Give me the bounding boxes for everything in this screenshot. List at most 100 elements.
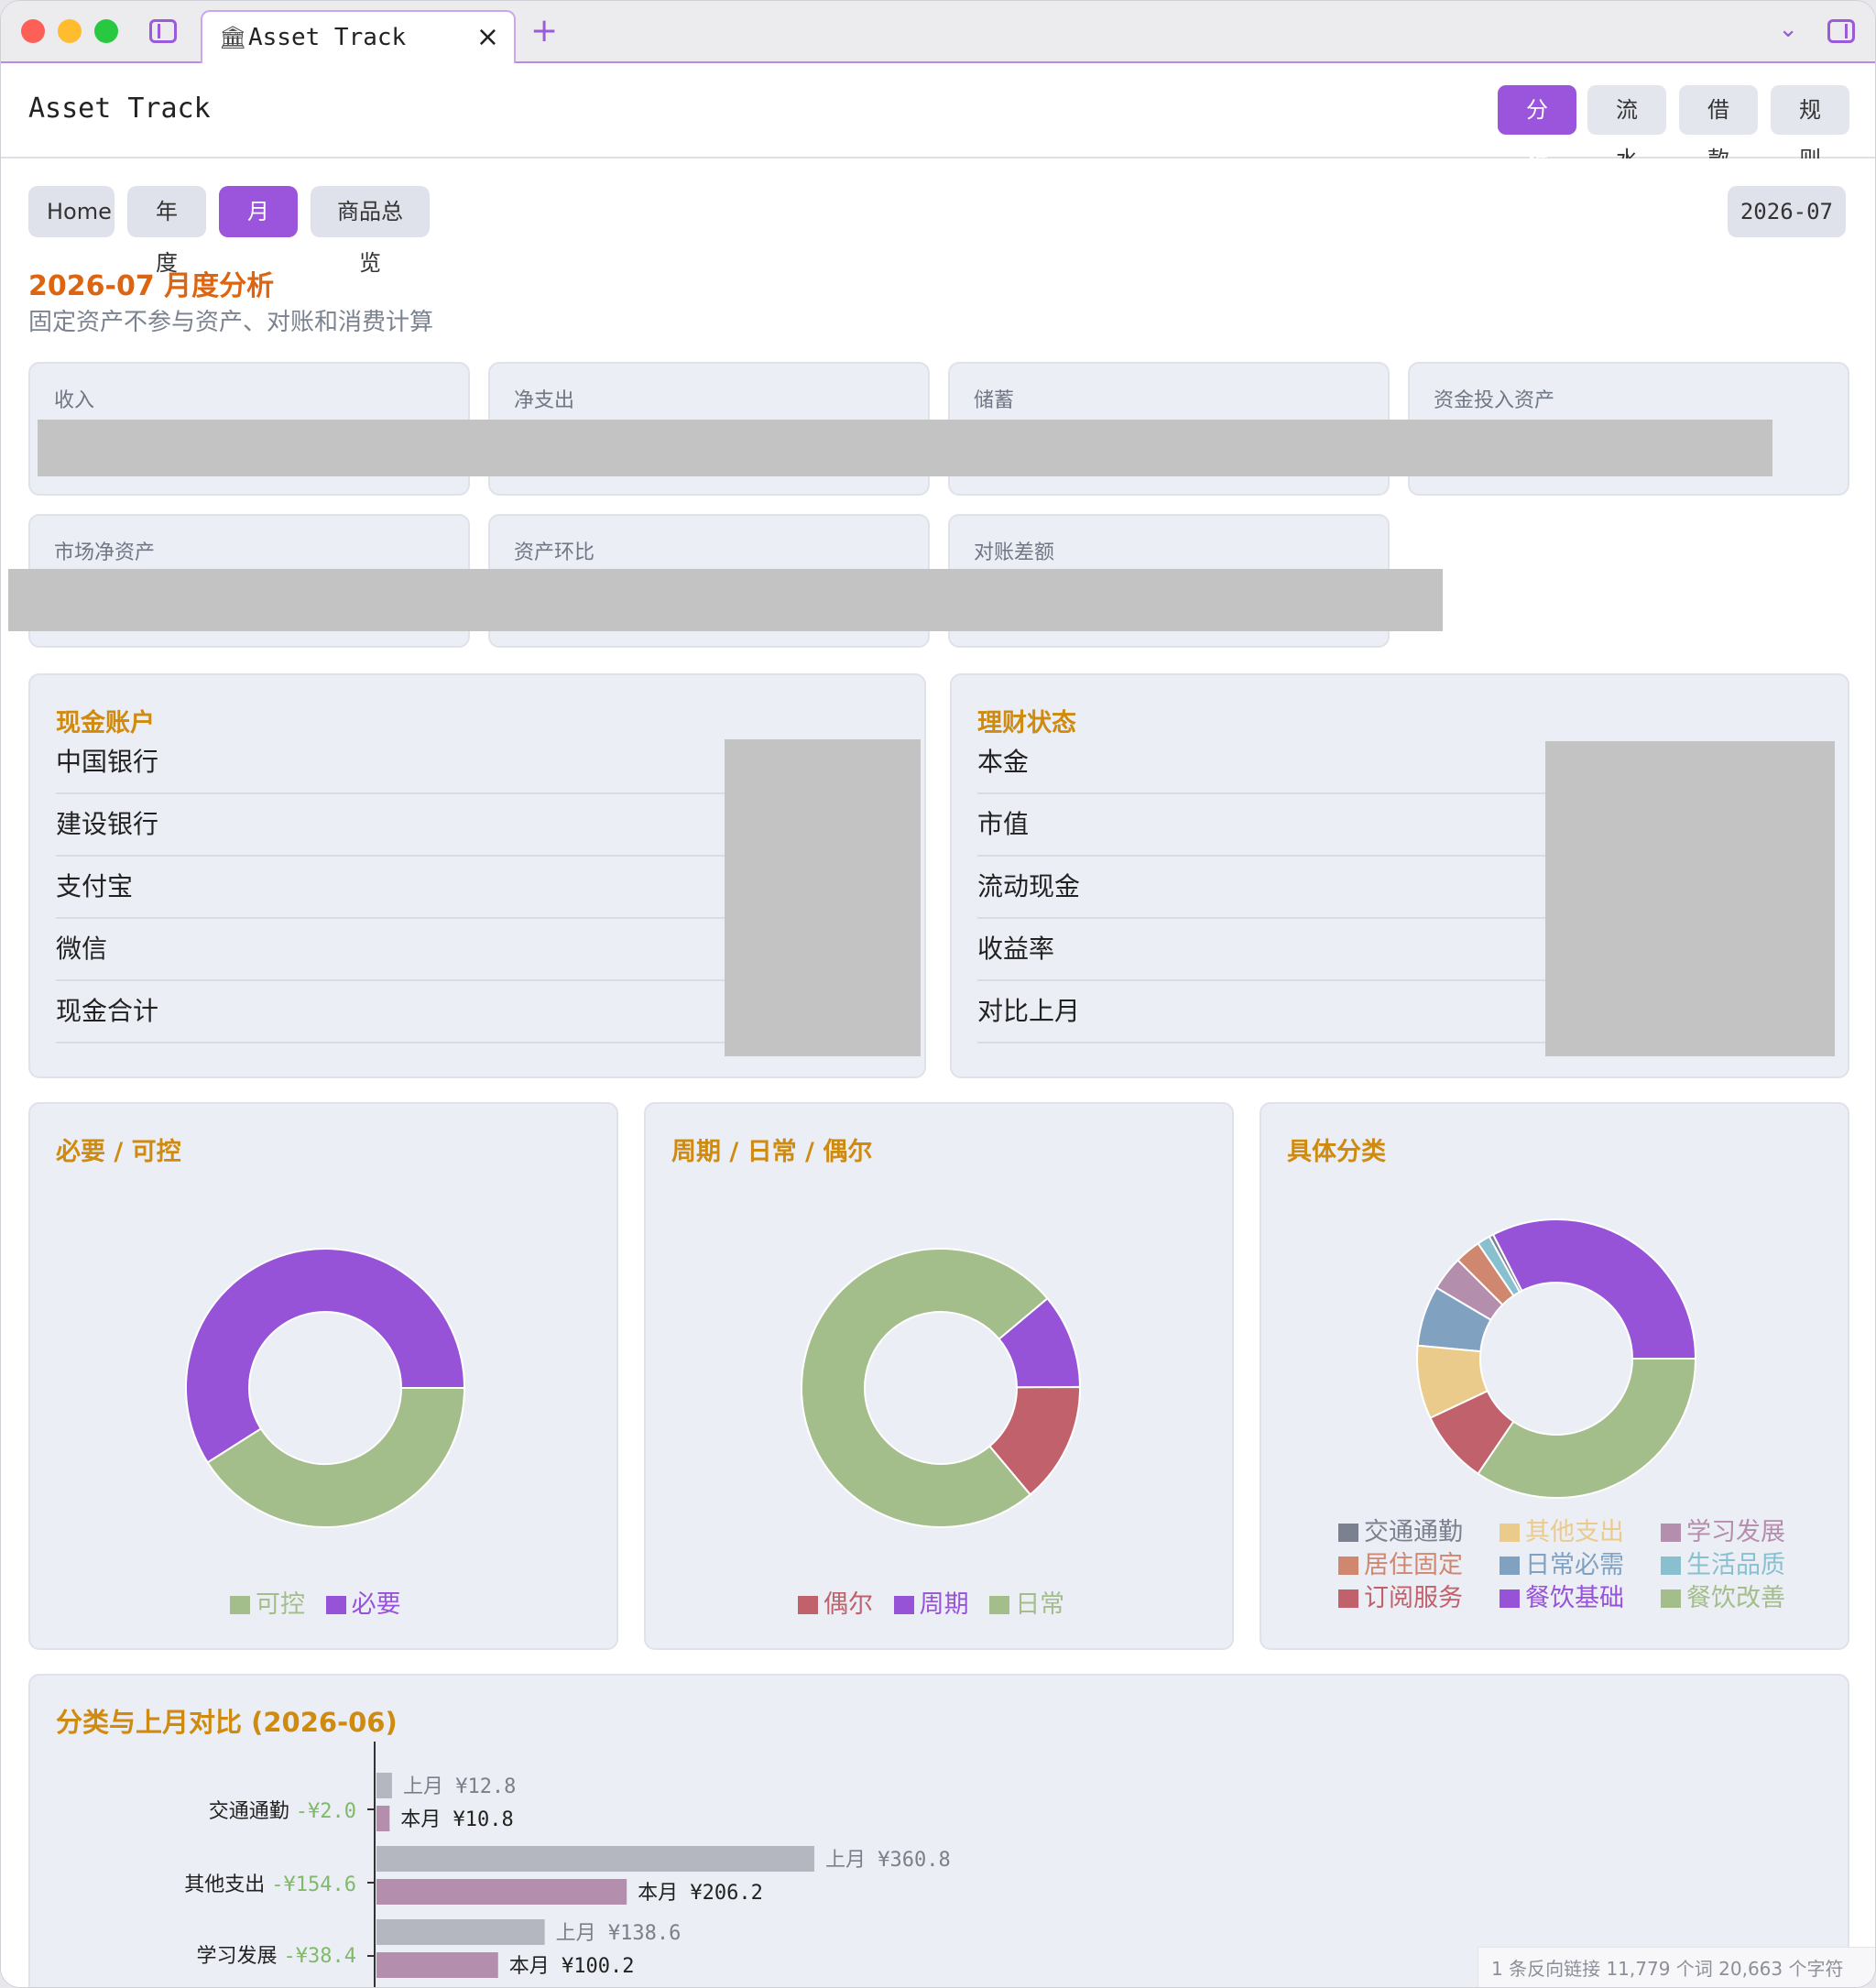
legend-swatch <box>1661 1589 1681 1608</box>
page-title: 2026-07 月度分析 <box>28 270 275 302</box>
nav-transactions-button[interactable]: 流水 <box>1587 85 1666 172</box>
sidebar-toggle-icon[interactable] <box>149 19 177 43</box>
category-label: 学习发展 -¥38.4 <box>197 1939 357 1969</box>
chevron-down-icon[interactable]: ⌄ <box>1778 16 1798 43</box>
legend-swatch <box>325 1596 346 1614</box>
maximize-window-button[interactable] <box>94 19 118 43</box>
legend-label: 餐饮基础 <box>1525 1584 1624 1612</box>
redacted-block <box>8 569 1443 631</box>
nav-analysis-button[interactable]: 分析 <box>1498 85 1576 172</box>
category-name: 学习发展 <box>196 1945 278 1968</box>
tab-title: Asset Track <box>248 24 407 51</box>
legend-label: 可控 <box>256 1590 305 1619</box>
category-comparison-panel: 分类与上月对比 (2026-06) 上月 ¥12.8 本月 ¥10.8 上月 ¥36… <box>28 1674 1849 1987</box>
chart-panel-categories: 具体分类 交通通勤 其他支出 学习发展居住固定 日常必需 生活品质订阅服务 餐饮基础 餐饮改… <box>1260 1102 1849 1650</box>
donut-chart <box>185 1248 466 1528</box>
bar-label: 上月 ¥138.6 <box>556 1922 682 1945</box>
nav-loans-button[interactable]: 借款 <box>1679 85 1758 172</box>
subnav-products-button[interactable]: 商品总览 <box>311 186 430 276</box>
category-name: 其他支出 <box>184 1873 266 1896</box>
chart-panel-frequency: 周期 / 日常 / 偶尔 偶尔 周期 日常 <box>644 1102 1234 1650</box>
legend-item-controllable[interactable]: 可控 <box>230 1584 305 1620</box>
legend-label: 日常必需 <box>1525 1551 1624 1579</box>
legend-item-other[interactable]: 其他支出 <box>1500 1516 1661 1549</box>
donut-slice-餐饮改善[interactable] <box>1477 1358 1697 1499</box>
bar-label: 上月 ¥360.8 <box>825 1849 951 1872</box>
legend-item-housing[interactable]: 居住固定 <box>1338 1549 1500 1582</box>
new-tab-icon[interactable]: + <box>530 12 558 49</box>
legend-item-food-upgrade[interactable]: 餐饮改善 <box>1661 1582 1822 1615</box>
nav-rules-button[interactable]: 规则 <box>1771 85 1849 172</box>
subnav-home-button[interactable]: Home <box>28 186 115 237</box>
legend-item-lifestyle[interactable]: 生活品质 <box>1661 1549 1822 1582</box>
legend-swatch <box>1338 1589 1358 1608</box>
bar-上月-交通通勤[interactable] <box>376 1773 392 1798</box>
chart-legend: 交通通勤 其他支出 学习发展居住固定 日常必需 生活品质订阅服务 餐饮基础 餐饮改善 <box>1338 1516 1851 1615</box>
tab-asset-track[interactable]: 🏛 Asset Track × <box>201 10 516 65</box>
legend-swatch <box>1500 1557 1520 1575</box>
subnav-monthly-button[interactable]: 月度 <box>219 186 298 276</box>
legend-swatch <box>1661 1557 1681 1575</box>
main-content: Home 年度 月度 商品总览 2026-07 2026-07 月度分析 固定资… <box>1 158 1875 1987</box>
legend-item-periodic[interactable]: 周期 <box>893 1584 969 1620</box>
category-label: 交通通勤 -¥2.0 <box>209 1795 356 1824</box>
stat-label: 储蓄 <box>974 389 1015 412</box>
redacted-block <box>38 420 1772 476</box>
legend-label: 其他支出 <box>1525 1518 1624 1546</box>
legend-item-food-basic[interactable]: 餐饮基础 <box>1500 1582 1661 1615</box>
legend-swatch <box>798 1596 818 1614</box>
legend-item-daily[interactable]: 日常 <box>989 1584 1064 1620</box>
legend-item-commute[interactable]: 交通通勤 <box>1338 1516 1500 1549</box>
stat-label: 收入 <box>54 389 95 412</box>
investment-status-panel: 理财状态 本金 市值 流动现金 收益率 对比上月 <box>950 673 1849 1078</box>
legend-label: 学习发展 <box>1686 1518 1785 1546</box>
stat-label: 对账差额 <box>974 541 1055 564</box>
category-label: 其他支出 -¥154.6 <box>184 1868 356 1897</box>
bar-label: 本月 ¥206.2 <box>638 1882 763 1905</box>
stat-label: 资金投入资产 <box>1434 389 1555 412</box>
legend-label: 必要 <box>351 1590 401 1619</box>
stat-label: 市场净资产 <box>54 541 156 564</box>
legend-label: 订阅服务 <box>1364 1584 1463 1612</box>
legend-swatch <box>1500 1524 1520 1542</box>
minimize-window-button[interactable] <box>58 19 82 43</box>
cash-accounts-panel: 现金账户 中国银行 建设银行 支付宝 微信 现金合计 <box>28 673 926 1078</box>
window-titlebar: 🏛 Asset Track × + ⌄ <box>1 1 1875 65</box>
legend-swatch <box>1338 1557 1358 1575</box>
category-name: 交通通勤 <box>208 1800 289 1823</box>
bar-本月-交通通勤[interactable] <box>376 1806 390 1831</box>
legend-item-necessary[interactable]: 必要 <box>325 1584 401 1620</box>
donut-slice-餐饮基础[interactable] <box>1491 1218 1697 1360</box>
stat-label: 净支出 <box>514 389 575 412</box>
legend-item-subscriptions[interactable]: 订阅服务 <box>1338 1582 1500 1615</box>
category-diff: -¥154.6 <box>271 1873 356 1896</box>
bar-本月-学习发展[interactable] <box>376 1952 498 1978</box>
subnav-yearly-button[interactable]: 年度 <box>127 186 206 276</box>
chart-legend: 可控 必要 <box>230 1584 414 1620</box>
chart-panel-necessary-controllable: 必要 / 可控 可控 必要 <box>28 1102 618 1650</box>
close-icon[interactable]: × <box>476 21 499 53</box>
legend-item-occasional[interactable]: 偶尔 <box>798 1584 873 1620</box>
bar-label: 本月 ¥100.2 <box>509 1955 635 1978</box>
legend-swatch <box>989 1596 1010 1614</box>
legend-swatch <box>230 1596 250 1614</box>
donut-slice-日常[interactable] <box>801 1248 1049 1528</box>
legend-item-daily-needs[interactable]: 日常必需 <box>1500 1549 1661 1582</box>
legend-item-learning[interactable]: 学习发展 <box>1661 1516 1822 1549</box>
legend-swatch <box>1661 1524 1681 1542</box>
right-sidebar-toggle-icon[interactable] <box>1827 19 1855 43</box>
app-header: Asset Track 分析 流水 借款 规则 <box>1 63 1875 172</box>
status-bar: 1 条反向链接 11,779 个词 20,663 个字符 <box>1478 1947 1875 1987</box>
legend-label: 偶尔 <box>823 1590 873 1619</box>
bar-上月-学习发展[interactable] <box>376 1919 545 1945</box>
legend-swatch <box>1338 1524 1358 1542</box>
bar-上月-其他支出[interactable] <box>376 1846 814 1872</box>
month-picker[interactable]: 2026-07 <box>1727 186 1846 237</box>
close-window-button[interactable] <box>21 19 45 43</box>
bar-label: 本月 ¥10.8 <box>400 1808 513 1831</box>
app-window: 🏛 Asset Track × + ⌄ Asset Track 分析 流水 借款… <box>0 0 1876 1988</box>
legend-label: 周期 <box>919 1590 969 1619</box>
bar-本月-其他支出[interactable] <box>376 1879 627 1905</box>
legend-swatch <box>893 1596 914 1614</box>
chart-legend: 偶尔 周期 日常 <box>798 1584 1077 1620</box>
